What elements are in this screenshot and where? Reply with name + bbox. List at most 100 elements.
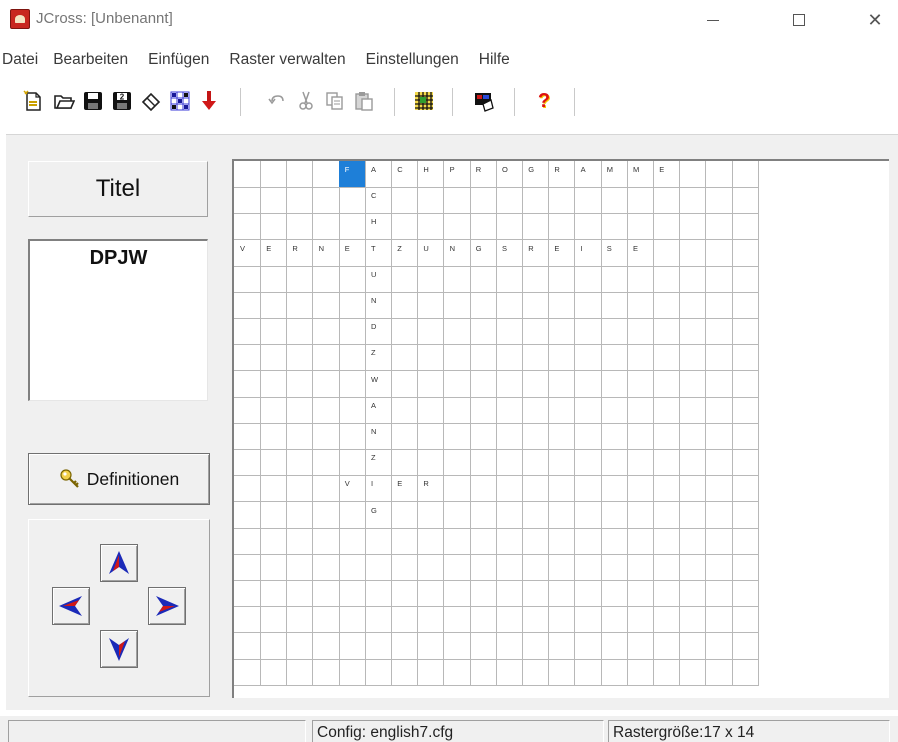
grid-cell[interactable] bbox=[260, 213, 288, 241]
grid-cell[interactable] bbox=[496, 292, 523, 319]
grid-cell[interactable] bbox=[496, 187, 523, 215]
grid-cell[interactable] bbox=[522, 449, 550, 477]
grid-cell[interactable] bbox=[286, 475, 314, 503]
grid-cell[interactable] bbox=[627, 632, 654, 660]
grid-cell[interactable] bbox=[496, 475, 523, 503]
grid-cell[interactable] bbox=[338, 318, 366, 346]
grid-cell[interactable] bbox=[260, 554, 288, 581]
grid-cell[interactable] bbox=[234, 265, 261, 293]
grid-cell[interactable] bbox=[731, 527, 759, 555]
grid-cell[interactable] bbox=[338, 265, 366, 293]
grid-cell[interactable]: S bbox=[600, 239, 628, 267]
grid-cell[interactable] bbox=[548, 658, 576, 686]
grid-cell[interactable] bbox=[469, 501, 497, 529]
grid-cell[interactable] bbox=[548, 370, 576, 398]
grid-cell[interactable] bbox=[653, 265, 681, 293]
grid-cell[interactable] bbox=[417, 213, 445, 241]
grid-cell[interactable] bbox=[679, 318, 707, 346]
grid-cell[interactable] bbox=[496, 318, 523, 346]
grid-cell[interactable] bbox=[443, 554, 471, 581]
grid-cell[interactable] bbox=[600, 449, 628, 477]
grid-cell[interactable] bbox=[679, 292, 707, 319]
grid-cell[interactable]: S bbox=[496, 239, 523, 267]
grid-cell[interactable] bbox=[548, 632, 576, 660]
grid-cell[interactable] bbox=[574, 396, 602, 424]
grid-cell[interactable] bbox=[496, 632, 523, 660]
eraser-button[interactable] bbox=[139, 89, 163, 113]
grid-cell[interactable] bbox=[705, 449, 733, 477]
grid-cell[interactable] bbox=[260, 580, 288, 608]
grid-cell[interactable] bbox=[391, 292, 419, 319]
grid-cell[interactable] bbox=[338, 370, 366, 398]
grid-cell[interactable]: O bbox=[496, 161, 523, 188]
grid-cell[interactable] bbox=[548, 501, 576, 529]
grid-cell[interactable]: W bbox=[365, 370, 392, 398]
grid-cell[interactable] bbox=[600, 658, 628, 686]
grid-cell[interactable] bbox=[234, 344, 261, 372]
grid-cell[interactable] bbox=[443, 187, 471, 215]
grid-cell[interactable] bbox=[286, 658, 314, 686]
grid-cell[interactable]: E bbox=[627, 239, 654, 267]
grid-cell[interactable] bbox=[627, 580, 654, 608]
grid-cell[interactable] bbox=[443, 396, 471, 424]
grid-cell[interactable]: I bbox=[574, 239, 602, 267]
grid-cell[interactable] bbox=[705, 580, 733, 608]
grid-cell[interactable] bbox=[391, 606, 419, 634]
grid-cell[interactable] bbox=[627, 318, 654, 346]
grid-cell[interactable] bbox=[443, 449, 471, 477]
grid-cell[interactable]: R bbox=[548, 161, 576, 188]
grid-cell[interactable] bbox=[705, 370, 733, 398]
grid-cell[interactable] bbox=[679, 265, 707, 293]
grid-cell[interactable] bbox=[548, 606, 576, 634]
grid-cell[interactable] bbox=[705, 554, 733, 581]
grid-cell[interactable] bbox=[443, 632, 471, 660]
grid-cell[interactable] bbox=[548, 265, 576, 293]
random-fill-button[interactable] bbox=[168, 89, 192, 113]
grid-cell[interactable] bbox=[417, 606, 445, 634]
grid-cell[interactable] bbox=[365, 527, 392, 555]
grid-cell[interactable] bbox=[443, 527, 471, 555]
grid-cell[interactable] bbox=[286, 265, 314, 293]
grid-cell[interactable] bbox=[705, 213, 733, 241]
grid-cell[interactable] bbox=[312, 396, 340, 424]
grid-cell[interactable] bbox=[653, 187, 681, 215]
grid-cell[interactable] bbox=[469, 213, 497, 241]
grid-cell[interactable] bbox=[338, 580, 366, 608]
grid-cell[interactable] bbox=[312, 318, 340, 346]
grid-cell[interactable] bbox=[443, 658, 471, 686]
grid-cell[interactable] bbox=[365, 554, 392, 581]
grid-cell[interactable] bbox=[365, 606, 392, 634]
grid-cell[interactable] bbox=[234, 292, 261, 319]
grid-cell[interactable] bbox=[312, 423, 340, 450]
menu-hilfe[interactable]: Hilfe bbox=[479, 49, 510, 71]
grid-cell[interactable] bbox=[469, 475, 497, 503]
grid-cell[interactable] bbox=[600, 370, 628, 398]
grid-cell[interactable]: E bbox=[260, 239, 288, 267]
grid-cell[interactable] bbox=[627, 606, 654, 634]
grid-cell[interactable] bbox=[312, 161, 340, 188]
grid-cell[interactable] bbox=[600, 527, 628, 555]
grid-cell[interactable] bbox=[312, 527, 340, 555]
grid-cell[interactable] bbox=[391, 501, 419, 529]
grid-cell[interactable] bbox=[286, 632, 314, 660]
grid-cell[interactable] bbox=[365, 580, 392, 608]
grid-cell[interactable] bbox=[600, 554, 628, 581]
grid-cell[interactable] bbox=[286, 606, 314, 634]
grid-cell[interactable] bbox=[679, 213, 707, 241]
grid-cell[interactable] bbox=[574, 527, 602, 555]
grid-cell[interactable] bbox=[627, 292, 654, 319]
grid-cell[interactable] bbox=[548, 527, 576, 555]
grid-cell[interactable] bbox=[469, 580, 497, 608]
undo-button[interactable] bbox=[265, 89, 289, 113]
grid-cell[interactable] bbox=[417, 370, 445, 398]
grid-cell[interactable] bbox=[312, 632, 340, 660]
grid-cell[interactable] bbox=[260, 501, 288, 529]
grid-cell[interactable] bbox=[286, 501, 314, 529]
grid-cell[interactable] bbox=[679, 396, 707, 424]
grid-cell[interactable] bbox=[469, 344, 497, 372]
grid-cell[interactable] bbox=[234, 161, 261, 188]
grid-cell[interactable] bbox=[469, 318, 497, 346]
grid-button[interactable] bbox=[412, 89, 436, 113]
grid-cell[interactable] bbox=[574, 423, 602, 450]
grid-cell[interactable] bbox=[260, 265, 288, 293]
